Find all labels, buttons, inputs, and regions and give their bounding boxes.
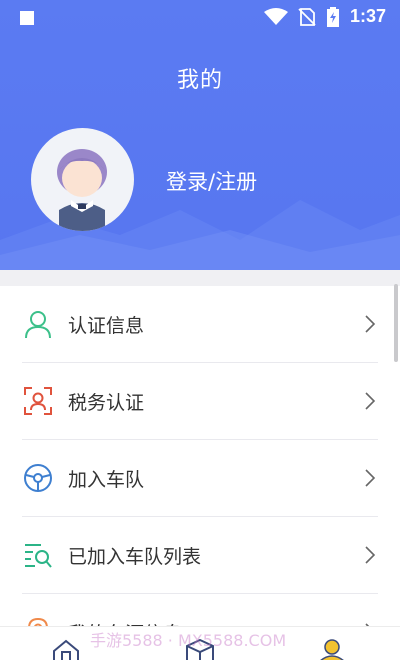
steering-wheel-icon: [22, 462, 54, 494]
user-verify-icon: [22, 308, 54, 340]
chevron-right-icon: [365, 315, 376, 333]
battery-icon: [326, 6, 339, 27]
section-divider: [0, 270, 400, 286]
menu-item-join-fleet[interactable]: 加入车队: [22, 440, 378, 517]
home-icon[interactable]: [52, 639, 80, 660]
menu-item-certification[interactable]: 认证信息: [22, 286, 378, 363]
status-bar: 1:37: [0, 0, 400, 36]
chevron-right-icon: [365, 392, 376, 410]
menu-item-label: 认证信息: [68, 314, 145, 337]
no-sim-icon: [298, 7, 316, 26]
avatar-illustration: [57, 149, 107, 231]
menu-item-label: 税务认证: [68, 391, 145, 414]
chevron-right-icon: [365, 546, 376, 564]
wifi-icon: [263, 7, 288, 25]
scrollbar[interactable]: [394, 284, 398, 362]
status-time: 1:37: [349, 6, 386, 26]
profile-icon[interactable]: [318, 639, 346, 660]
chevron-right-icon: [365, 469, 376, 487]
list-search-icon: [22, 539, 54, 571]
watermark-text: 手游5588 · MX5588.COM: [90, 631, 287, 650]
menu-item-label: 已加入车队列表: [68, 545, 202, 568]
page-title: 我的: [176, 68, 223, 93]
notification-icon: [20, 11, 34, 25]
menu-item-tax-certification[interactable]: 税务认证: [22, 363, 378, 440]
face-scan-icon: [22, 385, 54, 417]
avatar[interactable]: [31, 128, 134, 231]
menu-item-label: 加入车队: [68, 468, 145, 491]
menu-list: 认证信息 税务认证 加入车队 已加入车队列表: [0, 286, 400, 660]
menu-item-joined-fleet-list[interactable]: 已加入车队列表: [22, 517, 378, 594]
login-register-link[interactable]: 登录/注册: [166, 166, 257, 196]
